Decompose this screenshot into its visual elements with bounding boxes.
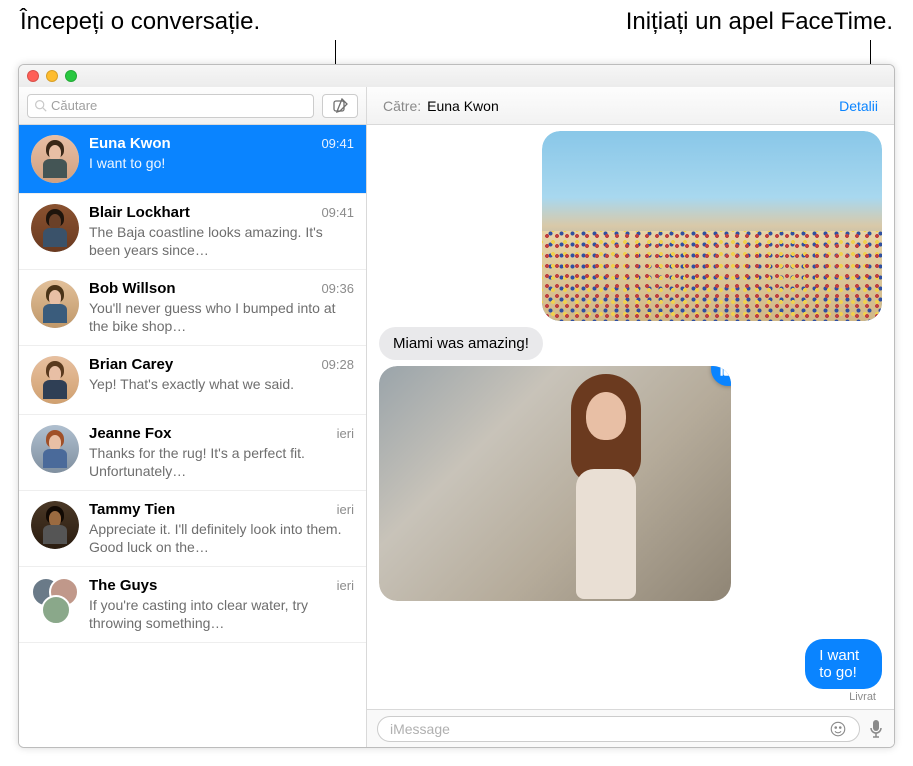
conversation-preview: I want to go! <box>89 154 354 172</box>
message-input[interactable]: iMessage <box>377 716 860 742</box>
conversation-time: 09:41 <box>321 136 354 151</box>
details-button[interactable]: Detalii <box>839 98 878 114</box>
conversation-preview: If you're casting into clear water, try … <box>89 596 354 632</box>
conversation-time: ieri <box>337 578 354 593</box>
to-label: Către: <box>383 98 421 114</box>
compose-row: iMessage <box>367 709 894 747</box>
search-input[interactable]: Căutare <box>27 94 314 118</box>
conversation-time: ieri <box>337 502 354 517</box>
conversation-time: ieri <box>337 426 354 441</box>
compose-button[interactable] <box>322 94 358 118</box>
to-recipient[interactable]: Euna Kwon <box>427 98 499 114</box>
message-placeholder: iMessage <box>390 721 450 737</box>
conversation-name: Bob Willson <box>89 280 176 297</box>
conversation-list: Euna Kwon 09:41 I want to go! Blair Lock… <box>19 125 366 747</box>
annotation-facetime: Inițiați un apel FaceTime. <box>626 8 893 36</box>
compose-icon <box>332 98 348 114</box>
emoji-icon[interactable] <box>829 720 847 738</box>
conversation-preview: The Baja coastline looks amazing. It's b… <box>89 223 354 259</box>
window-minimize-button[interactable] <box>46 70 58 82</box>
conversation-item[interactable]: Jeanne Fox ieri Thanks for the rug! It's… <box>19 415 366 491</box>
conversation-item[interactable]: Blair Lockhart 09:41 The Baja coastline … <box>19 194 366 270</box>
conversation-name: Blair Lockhart <box>89 204 190 221</box>
avatar <box>31 501 79 549</box>
message-image-in[interactable] <box>379 366 731 601</box>
conversation-item[interactable]: Tammy Tien ieri Appreciate it. I'll defi… <box>19 491 366 567</box>
avatar <box>31 280 79 328</box>
window-zoom-button[interactable] <box>65 70 77 82</box>
conversation-preview: You'll never guess who I bumped into at … <box>89 299 354 335</box>
conversation-name: Brian Carey <box>89 356 173 373</box>
conversation-time: 09:36 <box>321 281 354 296</box>
message-out[interactable]: I want to go! <box>805 639 882 689</box>
conversation-name: Tammy Tien <box>89 501 175 518</box>
messages-window: Căutare Euna Kwon 09:41 I want to go! <box>18 64 895 748</box>
conversation-sidebar: Căutare Euna Kwon 09:41 I want to go! <box>19 87 367 747</box>
annotation-compose: Începeți o conversație. <box>20 8 260 36</box>
conversation-time: 09:28 <box>321 357 354 372</box>
delivered-status: Livrat <box>849 691 882 703</box>
message-image-out[interactable] <box>542 131 882 321</box>
avatar <box>31 425 79 473</box>
search-placeholder: Căutare <box>51 98 97 113</box>
chat-header: Către: Euna Kwon Detalii <box>367 87 894 125</box>
chat-pane: Către: Euna Kwon Detalii Miami was amazi… <box>367 87 894 747</box>
portrait-photo <box>379 366 731 601</box>
window-close-button[interactable] <box>27 70 39 82</box>
conversation-preview: Thanks for the rug! It's a perfect fit. … <box>89 444 354 480</box>
search-icon <box>34 99 47 112</box>
conversation-time: 09:41 <box>321 205 354 220</box>
conversation-name: Jeanne Fox <box>89 425 172 442</box>
conversation-item[interactable]: Euna Kwon 09:41 I want to go! <box>19 125 366 194</box>
conversation-item[interactable]: Brian Carey 09:28 Yep! That's exactly wh… <box>19 346 366 415</box>
conversation-name: The Guys <box>89 577 157 594</box>
conversation-item[interactable]: The Guys ieri If you're casting into cle… <box>19 567 366 643</box>
conversation-preview: Appreciate it. I'll definitely look into… <box>89 520 354 556</box>
avatar <box>31 204 79 252</box>
chat-transcript[interactable]: Miami was amazing! <box>367 125 894 709</box>
beach-photo <box>542 131 882 321</box>
message-in[interactable]: Miami was amazing! <box>379 327 543 360</box>
avatar-group <box>31 577 79 625</box>
avatar <box>31 356 79 404</box>
conversation-item[interactable]: Bob Willson 09:36 You'll never guess who… <box>19 270 366 346</box>
avatar <box>31 135 79 183</box>
microphone-icon[interactable] <box>868 719 884 739</box>
conversation-name: Euna Kwon <box>89 135 171 152</box>
window-titlebar <box>19 65 894 87</box>
conversation-preview: Yep! That's exactly what we said. <box>89 375 354 393</box>
